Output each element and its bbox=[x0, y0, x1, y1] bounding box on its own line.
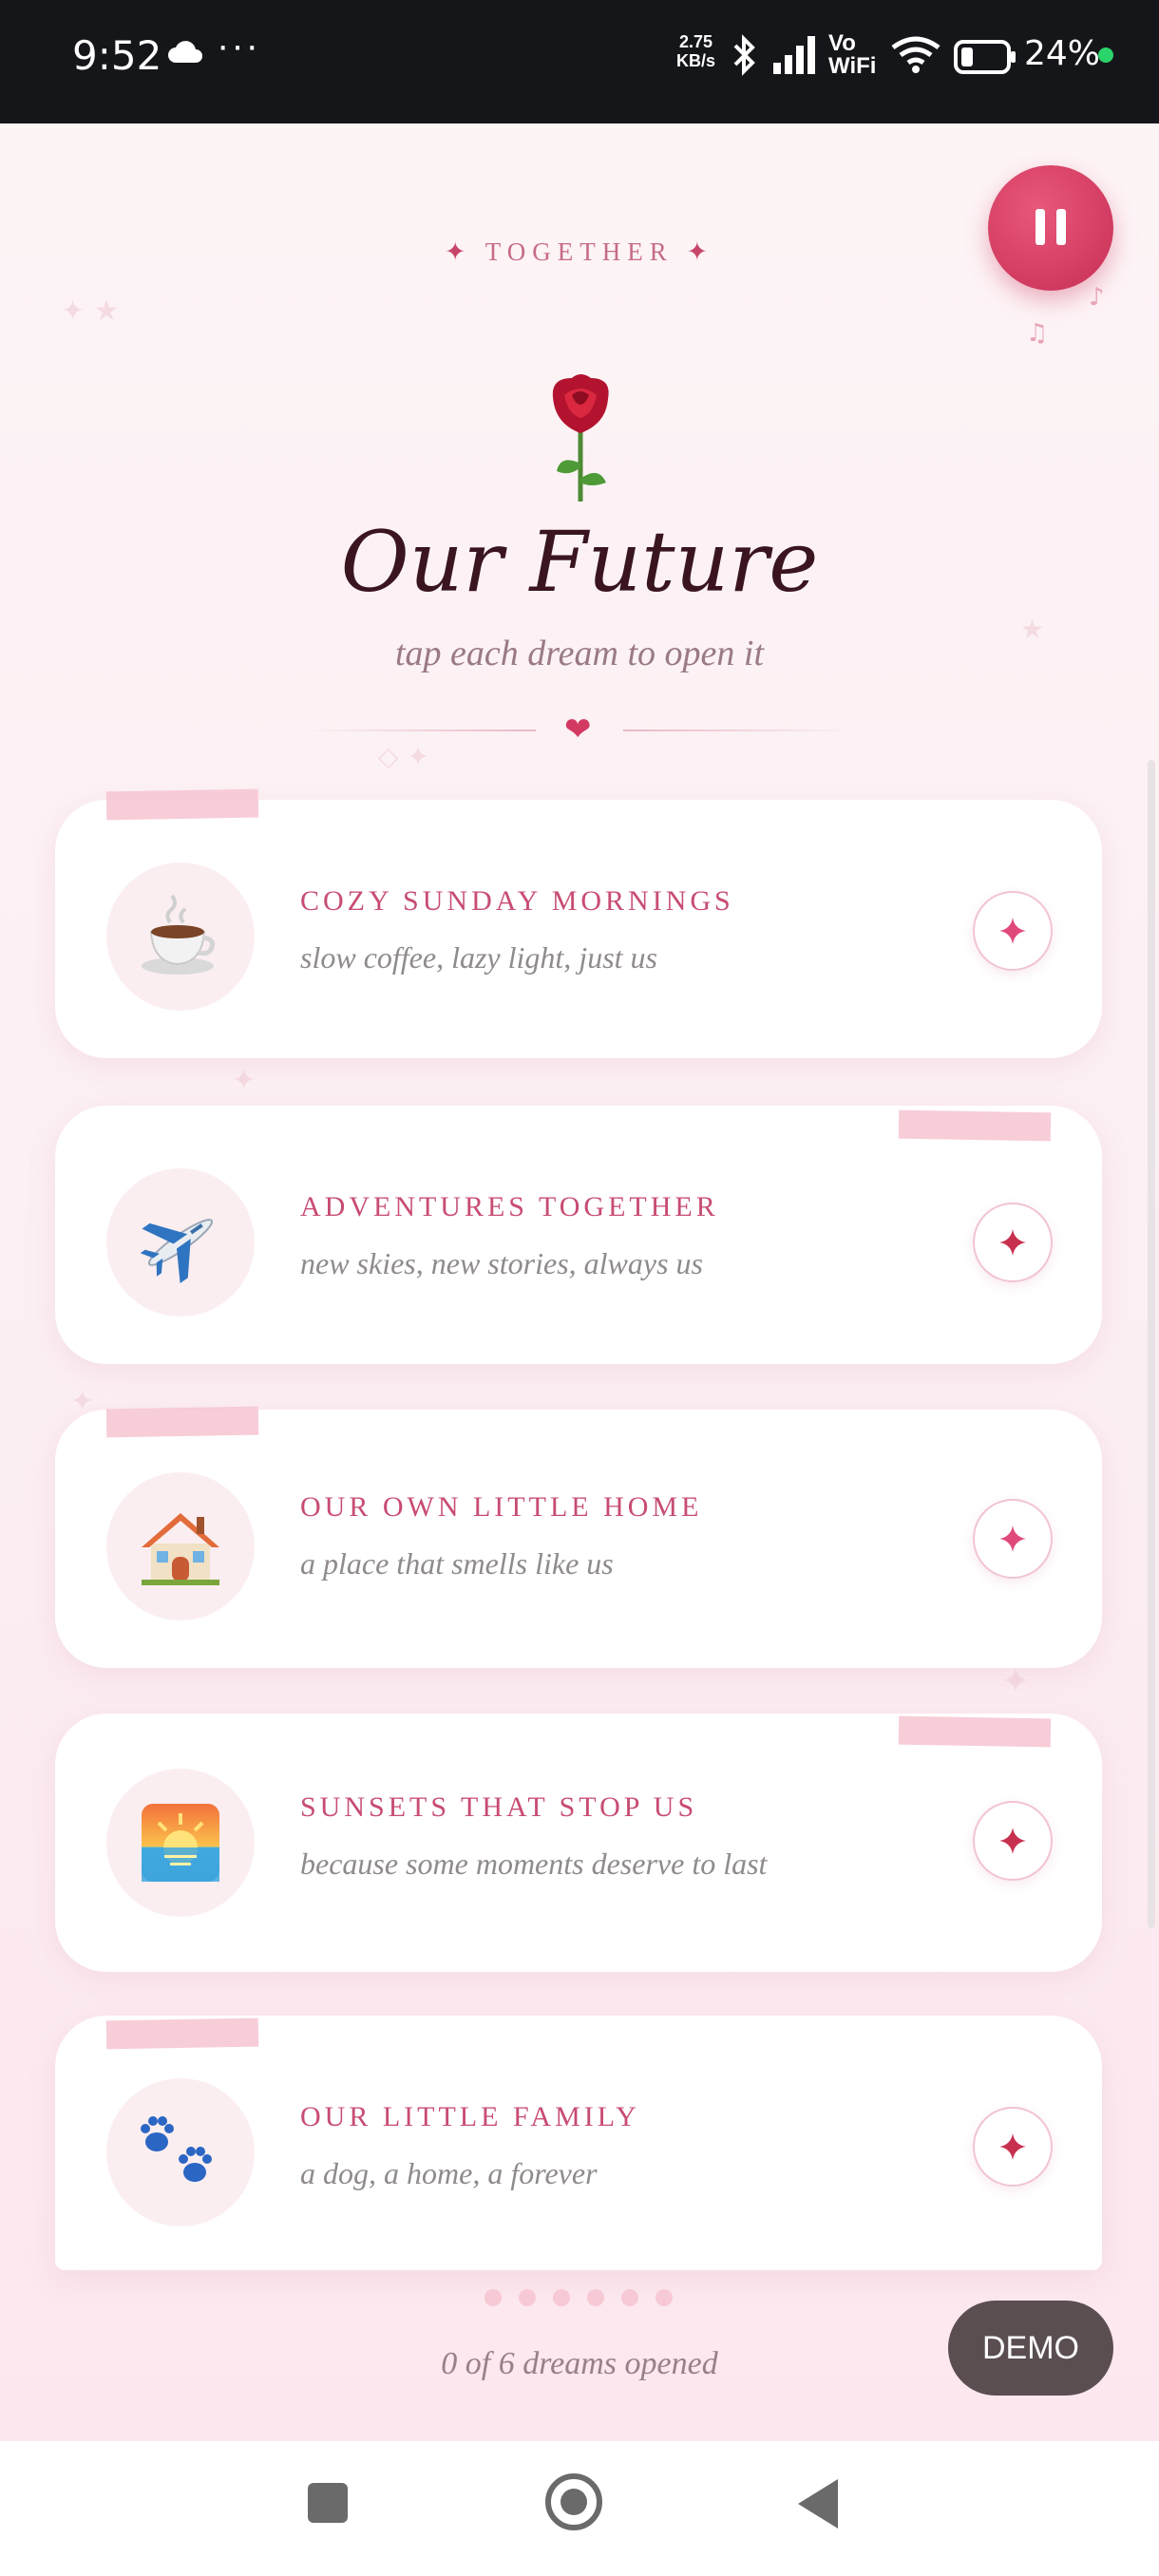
speed-value: 2.75 bbox=[678, 32, 713, 51]
rose-icon bbox=[552, 374, 609, 502]
open-dream-button[interactable] bbox=[973, 2107, 1053, 2187]
dream-title: OUR OWN LITTLE HOME bbox=[300, 1491, 703, 1523]
coffee-icon bbox=[142, 894, 216, 975]
back-button[interactable] bbox=[798, 2479, 838, 2529]
dream-card-our-own-little-home[interactable]: OUR OWN LITTLE HOME a place that smells … bbox=[55, 1406, 1102, 1668]
dream-subtitle: because some moments deserve to last bbox=[300, 1847, 768, 1881]
open-dream-button[interactable] bbox=[973, 891, 1053, 971]
sparkle-icon bbox=[999, 918, 1026, 944]
progress-dot bbox=[656, 2289, 673, 2306]
dream-icon-badge bbox=[106, 862, 255, 1011]
dream-icon-badge bbox=[106, 1769, 255, 1917]
dream-icon-badge bbox=[106, 1472, 255, 1620]
bluetooth-icon bbox=[733, 34, 755, 76]
tape-decoration bbox=[105, 2017, 259, 2050]
progress-dot bbox=[587, 2289, 604, 2306]
more-notifications-icon: ··· bbox=[217, 25, 260, 66]
system-navigation-bar bbox=[0, 2441, 1159, 2576]
tape-decoration bbox=[105, 788, 259, 821]
sparkle-icon bbox=[999, 1525, 1026, 1552]
wifi-icon bbox=[891, 36, 940, 73]
privacy-indicator-icon bbox=[1098, 47, 1113, 63]
divider-line-right bbox=[623, 729, 855, 731]
dream-subtitle: slow coffee, lazy light, just us bbox=[300, 940, 657, 975]
kicker-text: TOGETHER bbox=[484, 237, 674, 266]
airplane-icon bbox=[140, 1219, 214, 1284]
dream-title: OUR LITTLE FAMILY bbox=[300, 2101, 640, 2132]
divider-line-left bbox=[304, 729, 536, 731]
status-time: 9:52 bbox=[72, 32, 162, 79]
page-subtitle: tap each dream to open it bbox=[394, 634, 764, 673]
sparkle-icon: ✦ bbox=[686, 237, 715, 266]
open-dream-button[interactable] bbox=[973, 1203, 1053, 1282]
dream-card-sunsets-that-stop-us[interactable]: SUNSETS THAT STOP US because some moment… bbox=[55, 1714, 1102, 1972]
battery-icon bbox=[954, 40, 1016, 74]
cloud-icon bbox=[168, 41, 202, 63]
scrollbar[interactable] bbox=[1148, 760, 1155, 1928]
dream-card-our-little-family[interactable]: OUR LITTLE FAMILY a dog, a home, a forev… bbox=[55, 2016, 1102, 2270]
tape-decoration bbox=[105, 1406, 259, 1438]
dream-subtitle: a place that smells like us bbox=[300, 1546, 614, 1581]
sparkle-decoration: ✦ bbox=[232, 1064, 256, 1097]
progress-dot bbox=[621, 2289, 638, 2306]
paw-prints-icon bbox=[141, 2116, 212, 2182]
dream-card-cozy-sunday-mornings[interactable]: COZY SUNDAY MORNINGS slow coffee, lazy l… bbox=[55, 788, 1102, 1058]
dream-card-adventures-together[interactable]: ADVENTURES TOGETHER new skies, new stori… bbox=[55, 1106, 1102, 1364]
sparkle-icon bbox=[999, 1828, 1026, 1854]
dream-title: ADVENTURES TOGETHER bbox=[300, 1191, 719, 1222]
speed-unit: KB/s bbox=[676, 51, 716, 70]
demo-button[interactable]: DEMO bbox=[948, 2301, 1113, 2396]
progress-dot bbox=[484, 2289, 502, 2306]
sunset-icon bbox=[142, 1804, 219, 1882]
progress-dot bbox=[553, 2289, 570, 2306]
sparkle-decoration: ✦ ★ bbox=[61, 294, 120, 328]
house-icon bbox=[142, 1513, 219, 1585]
dream-subtitle: new skies, new stories, always us bbox=[300, 1246, 703, 1280]
home-button[interactable] bbox=[545, 2473, 602, 2530]
page-title: Our Future bbox=[340, 513, 819, 611]
heart-icon: ❤ bbox=[564, 710, 592, 748]
music-pause-button[interactable] bbox=[988, 165, 1113, 291]
sparkle-icon bbox=[999, 2133, 1026, 2160]
sparkle-icon: ✦ bbox=[444, 237, 473, 266]
progress-dot bbox=[519, 2289, 536, 2306]
dream-icon-badge bbox=[106, 1168, 255, 1316]
section-kicker: ✦ TOGETHER ✦ bbox=[0, 237, 1159, 267]
battery-percent: 24% bbox=[1024, 34, 1101, 73]
home-icon bbox=[560, 2489, 587, 2515]
dream-subtitle: a dog, a home, a forever bbox=[300, 2156, 598, 2190]
sparkle-icon bbox=[999, 1229, 1026, 1256]
open-dream-button[interactable] bbox=[973, 1499, 1053, 1579]
dream-icon-badge bbox=[106, 2078, 255, 2226]
signal-icon bbox=[773, 36, 815, 74]
open-dream-button[interactable] bbox=[973, 1801, 1053, 1881]
dream-title: SUNSETS THAT STOP US bbox=[300, 1791, 698, 1823]
status-bar: 9:52 ··· 2.75 KB/s Vo WiFi 24% bbox=[0, 0, 1159, 123]
music-note-icon: ♫ bbox=[1026, 319, 1049, 348]
sparkle-decoration: ✦ bbox=[1001, 1662, 1031, 1701]
sparkle-decoration: ◇ ✦ bbox=[378, 741, 429, 772]
tape-decoration bbox=[898, 1109, 1052, 1142]
vowifi-label: WiFi bbox=[828, 53, 877, 79]
network-speed: 2.75 KB/s bbox=[676, 32, 715, 70]
vowifi-indicator: Vo WiFi bbox=[828, 32, 876, 78]
vowifi-vo: Vo bbox=[828, 30, 856, 56]
recent-apps-button[interactable] bbox=[308, 2483, 348, 2523]
dream-title: COZY SUNDAY MORNINGS bbox=[300, 885, 734, 917]
music-note-icon: ♪ bbox=[1089, 283, 1105, 312]
tape-decoration bbox=[898, 1715, 1052, 1748]
